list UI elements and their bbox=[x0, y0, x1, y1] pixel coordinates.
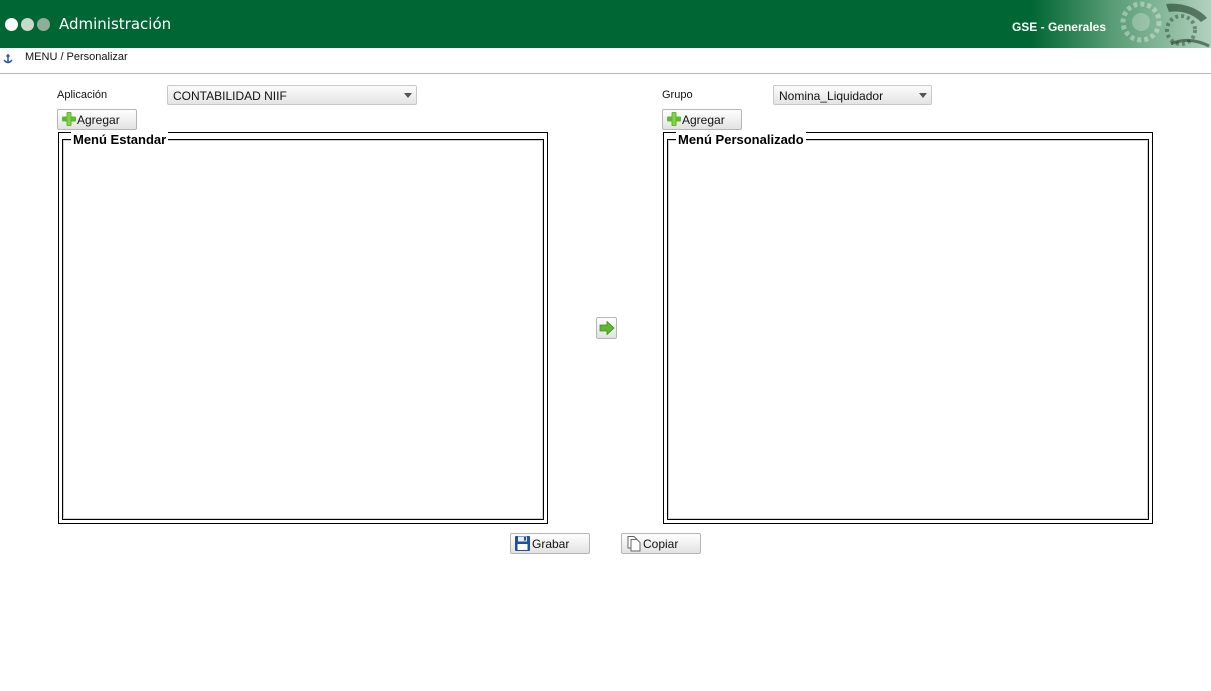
agregar-custom-button[interactable]: Agregar bbox=[662, 109, 742, 130]
grupo-select-value: Nomina_Liquidador bbox=[779, 89, 884, 103]
aplicacion-select-value: CONTABILIDAD NIIF bbox=[173, 89, 287, 103]
app-title: Administración bbox=[59, 15, 172, 33]
plus-icon bbox=[666, 111, 682, 130]
copiar-button[interactable]: Copiar bbox=[621, 533, 701, 554]
grupo-label: Grupo bbox=[662, 89, 693, 101]
plus-icon bbox=[61, 111, 77, 130]
chevron-down-icon bbox=[404, 93, 412, 98]
copiar-label: Copiar bbox=[643, 537, 679, 551]
aplicacion-label: Aplicación bbox=[57, 89, 108, 101]
anchor-icon bbox=[2, 50, 14, 69]
grabar-label: Grabar bbox=[532, 537, 570, 551]
grabar-button[interactable]: Grabar bbox=[510, 533, 590, 554]
aplicacion-select[interactable]: CONTABILIDAD NIIF bbox=[167, 85, 417, 105]
breadcrumb-bar: MENU / Personalizar bbox=[0, 48, 1211, 74]
chevron-down-icon bbox=[919, 93, 927, 98]
app-header: Administración GSE - Generales bbox=[0, 0, 1211, 48]
floppy-disk-icon bbox=[514, 535, 531, 555]
move-to-custom-button[interactable] bbox=[596, 317, 617, 339]
custom-menu-title: Menú Personalizado bbox=[676, 132, 806, 147]
agregar-custom-label: Agregar bbox=[682, 113, 725, 127]
agregar-standard-label: Agregar bbox=[77, 113, 120, 127]
custom-menu-panel[interactable]: Menú Personalizado bbox=[663, 132, 1153, 524]
grupo-select[interactable]: Nomina_Liquidador bbox=[773, 85, 932, 105]
agregar-standard-button[interactable]: Agregar bbox=[57, 109, 137, 130]
standard-menu-title: Menú Estandar bbox=[71, 132, 169, 147]
document-copy-icon bbox=[625, 535, 642, 555]
standard-menu-panel[interactable]: Menú Estandar bbox=[58, 132, 548, 524]
custom-menu-tree[interactable] bbox=[667, 139, 1149, 520]
standard-menu-tree[interactable] bbox=[62, 139, 544, 520]
breadcrumb[interactable]: MENU / Personalizar bbox=[25, 51, 128, 63]
company-name: GSE - Generales bbox=[1011, 20, 1106, 34]
